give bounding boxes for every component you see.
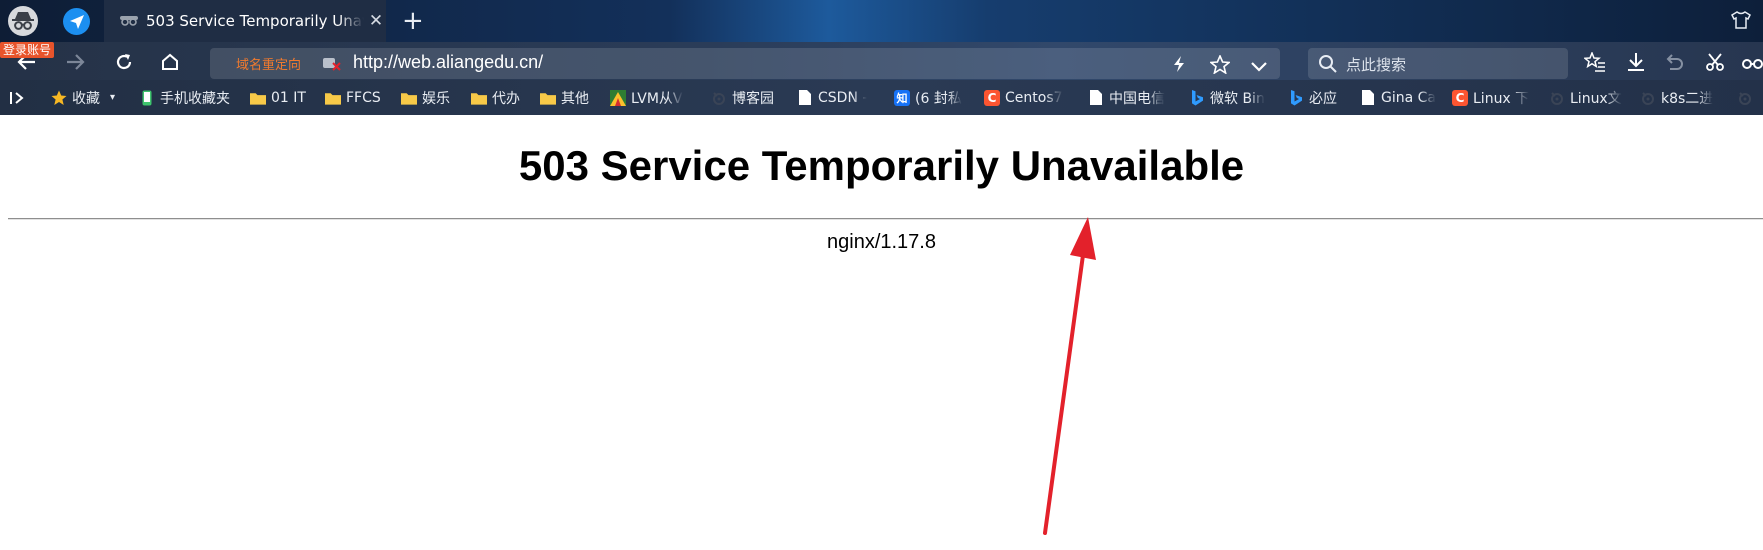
scissors-icon[interactable] (1705, 52, 1725, 76)
url-input[interactable]: http://web.aliangedu.cn/ (353, 52, 543, 73)
page-content: 503 Service Temporarily Unavailable ngin… (0, 115, 1763, 550)
cnblogs-icon (1640, 90, 1656, 106)
sidebar-toggle-icon[interactable] (9, 80, 27, 115)
bookmark-csdn[interactable]: CSDN - (797, 80, 875, 115)
horizontal-rule (8, 218, 1763, 220)
folder-icon (401, 90, 417, 106)
folder-icon (540, 90, 556, 106)
bookmark-favorites[interactable]: 收藏 ▾ (51, 80, 115, 115)
skin-shirt-icon[interactable] (1731, 11, 1751, 33)
send-icon[interactable] (63, 8, 90, 35)
lightning-icon[interactable] (1172, 55, 1186, 77)
home-icon[interactable] (160, 52, 180, 72)
bookmark-bing[interactable]: 必应 (1288, 80, 1337, 115)
folder-icon (250, 90, 266, 106)
bookmark-overflow[interactable] (1737, 80, 1758, 115)
zhihu-icon: 知 (894, 89, 910, 106)
forward-icon[interactable] (65, 52, 85, 72)
bookmarks-bar: 收藏 ▾ 手机收藏夹 01 IT FFCS 娱乐 代办 其他 LVM从V 博客园… (0, 80, 1763, 115)
reload-icon[interactable] (114, 52, 134, 72)
new-tab-button[interactable]: + (402, 8, 424, 34)
page-icon (1360, 90, 1376, 106)
chevron-down-icon[interactable] (1250, 58, 1268, 77)
bookmark-gina[interactable]: Gina Ca (1360, 80, 1440, 115)
bookmark-folder-todo[interactable]: 代办 (471, 80, 520, 115)
redirect-label: 域名重定向 (236, 58, 302, 73)
bookmark-lvm[interactable]: LVM从V (610, 80, 694, 115)
tab-active[interactable]: 503 Service Temporarily Unavailable ✕ (104, 0, 386, 42)
tab-close-icon[interactable]: ✕ (368, 11, 384, 31)
phone-icon (139, 90, 155, 106)
folder-icon (471, 90, 487, 106)
insecure-site-icon[interactable] (322, 55, 342, 75)
bookmark-microsoft-bing[interactable]: 微软 Bin (1189, 80, 1274, 115)
red-arrow-annotation (1043, 217, 1096, 535)
search-icon (1318, 54, 1338, 78)
page-icon (1088, 90, 1104, 106)
address-bar[interactable]: 域名重定向 http://web.aliangedu.cn/ (210, 48, 1280, 79)
search-box[interactable]: 点此搜索 (1308, 48, 1568, 79)
bookmark-linux-download[interactable]: C Linux 下 (1452, 80, 1534, 115)
bookmark-linux-doc[interactable]: Linux文 (1549, 80, 1625, 115)
tab-title: 503 Service Temporarily Unavailable (146, 12, 364, 30)
undo-icon[interactable] (1664, 52, 1684, 76)
cnblogs-icon (711, 90, 727, 106)
page-icon (797, 90, 813, 106)
bookmark-folder-01-it[interactable]: 01 IT (250, 80, 306, 115)
dropdown-caret-icon[interactable]: ▾ (110, 92, 115, 103)
csdn-icon: C (984, 89, 1000, 106)
download-icon[interactable] (1626, 52, 1646, 76)
page-title: 503 Service Temporarily Unavailable (518, 142, 1245, 189)
site-icon (610, 89, 626, 106)
bookmark-centos7[interactable]: C Centos7 (984, 80, 1069, 115)
favorites-list-icon[interactable] (1583, 50, 1606, 76)
incognito-tab-icon (120, 11, 140, 31)
star-icon (51, 90, 67, 106)
navigation-bar: 域名重定向 http://web.aliangedu.cn/ 点此搜索 (0, 42, 1763, 80)
search-input[interactable]: 点此搜索 (1346, 54, 1406, 75)
login-badge[interactable]: 登录账号 (0, 42, 55, 58)
csdn-icon: C (1452, 89, 1468, 106)
bookmark-folder-entertainment[interactable]: 娱乐 (401, 80, 450, 115)
bookmark-k8s[interactable]: k8s二进 (1640, 80, 1720, 115)
bookmark-zhihu[interactable]: 知 (6 封私 (894, 80, 972, 115)
bookmark-mobile[interactable]: 手机收藏夹 (139, 80, 230, 115)
bing-icon (1189, 89, 1205, 106)
browser-title-bar: 503 Service Temporarily Unavailable ✕ + (0, 0, 1763, 42)
cnblogs-icon (1549, 90, 1565, 106)
folder-icon (325, 90, 341, 106)
star-bookmark-icon[interactable] (1208, 53, 1232, 78)
bookmark-cnblogs[interactable]: 博客园 (711, 80, 774, 115)
incognito-avatar-icon[interactable] (8, 6, 38, 36)
bookmark-folder-ffcs[interactable]: FFCS (325, 80, 381, 115)
bookmark-folder-other[interactable]: 其他 (540, 80, 589, 115)
bookmark-china-telecom[interactable]: 中国电信 (1088, 80, 1170, 115)
incognito-mask-icon[interactable] (1742, 55, 1763, 74)
cnblogs-icon (1737, 90, 1753, 106)
bing-icon (1288, 89, 1304, 106)
server-signature: nginx/1.17.8 (827, 231, 936, 253)
